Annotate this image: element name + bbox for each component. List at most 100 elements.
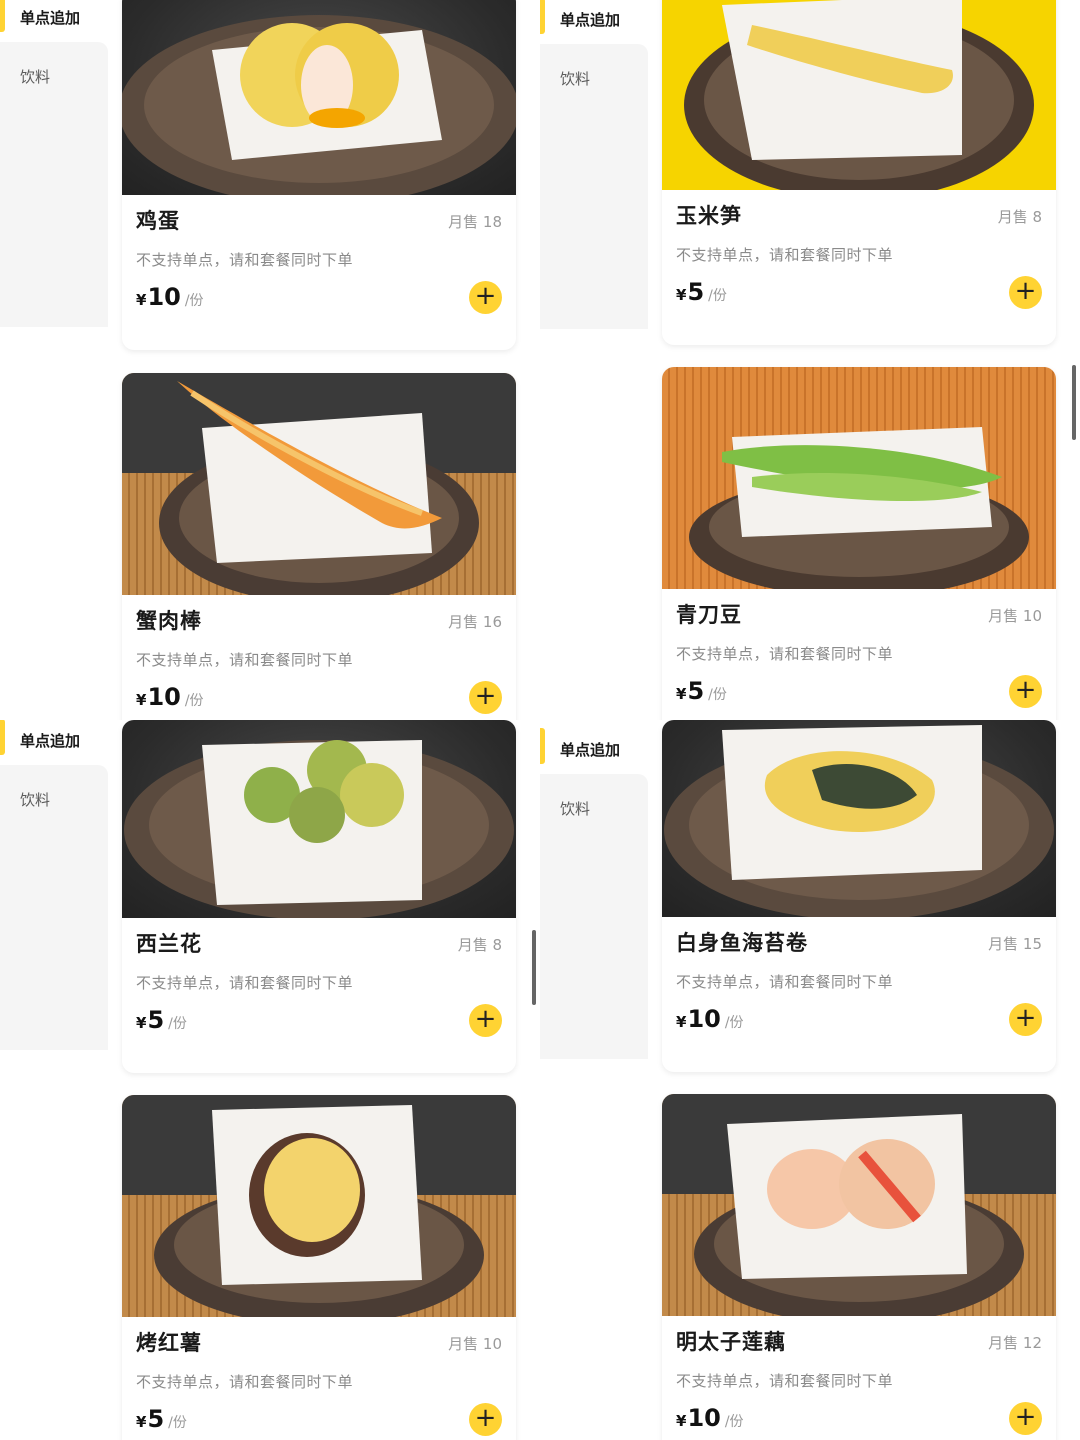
price-amount: 10 — [147, 283, 181, 311]
price-unit: /份 — [724, 1015, 744, 1031]
monthly-sales: 月售 10 — [988, 607, 1042, 625]
green-bean-tempura-image — [689, 427, 1029, 589]
currency-symbol: ¥ — [676, 1013, 687, 1031]
food-photo — [122, 0, 516, 195]
menu-item-card[interactable]: 蟹肉棒 月售 16 不支持单点，请和套餐同时下单 ¥ 10 /份 + — [122, 373, 516, 720]
add-to-cart-button[interactable]: + — [469, 281, 502, 314]
item-note: 不支持单点，请和套餐同时下单 — [136, 1373, 354, 1391]
item-name: 西兰花 — [136, 932, 202, 956]
item-info: 青刀豆 月售 10 不支持单点，请和套餐同时下单 ¥ 5 /份 + — [662, 589, 1056, 720]
category-drinks[interactable]: 饮料 — [540, 774, 648, 1059]
item-note: 不支持单点，请和套餐同时下单 — [136, 974, 354, 992]
category-sidebar: 单点追加 饮料 — [540, 0, 648, 329]
menu-item-card[interactable]: 烤红薯 月售 10 不支持单点，请和套餐同时下单 ¥ 5 /份 + — [122, 1095, 516, 1440]
item-name: 鸡蛋 — [136, 209, 180, 233]
price-unit: /份 — [184, 693, 204, 709]
menu-item-card[interactable]: 西兰花 月售 8 不支持单点，请和套餐同时下单 ¥ 5 /份 + — [122, 720, 516, 1073]
monthly-sales: 月售 10 — [448, 1335, 502, 1353]
item-info: 明太子莲藕 月售 12 不支持单点，请和套餐同时下单 ¥ 10 /份 + — [662, 1316, 1056, 1440]
category-drinks[interactable]: 饮料 — [0, 765, 108, 1050]
food-photo — [662, 720, 1056, 917]
scrollbar[interactable] — [1072, 365, 1076, 440]
currency-symbol: ¥ — [136, 291, 147, 309]
price-unit: /份 — [708, 288, 727, 304]
item-note: 不支持单点，请和套餐同时下单 — [136, 251, 354, 269]
currency-symbol: ¥ — [676, 286, 687, 304]
item-note: 不支持单点，请和套餐同时下单 — [676, 973, 894, 991]
currency-symbol: ¥ — [676, 1412, 687, 1430]
category-sidebar: 单点追加 饮料 — [540, 720, 648, 1059]
crab-stick-tempura-image — [159, 381, 479, 595]
monthly-sales: 月售 12 — [988, 1334, 1042, 1352]
add-to-cart-button[interactable]: + — [1009, 1402, 1042, 1435]
item-note: 不支持单点，请和套餐同时下单 — [676, 246, 894, 264]
category-single-add[interactable]: 单点追加 — [540, 724, 648, 774]
category-single-add[interactable]: 单点追加 — [540, 0, 648, 44]
price-amount: 5 — [147, 1405, 165, 1433]
add-to-cart-button[interactable]: + — [1009, 1003, 1042, 1036]
category-sidebar: 单点追加 饮料 — [0, 0, 108, 327]
monthly-sales: 月售 18 — [448, 213, 502, 231]
item-name: 青刀豆 — [676, 603, 742, 627]
add-to-cart-button[interactable]: + — [469, 1004, 502, 1037]
monthly-sales: 月售 8 — [997, 208, 1042, 226]
food-photo — [662, 0, 1056, 190]
price-unit: /份 — [168, 1016, 187, 1032]
menu-panel-bottom-left: 单点追加 饮料 西兰花 月售 8 不支持单点，请和套餐同时下单 ¥ 5 /份 +… — [0, 720, 540, 1440]
menu-item-card[interactable]: 明太子莲藕 月售 12 不支持单点，请和套餐同时下单 ¥ 10 /份 + — [662, 1094, 1056, 1440]
mentaiko-lotus-root-tempura-image — [694, 1114, 1024, 1316]
price-amount: 10 — [147, 683, 181, 711]
item-price: ¥ 10 /份 — [136, 683, 204, 711]
menu-panel-bottom-right: 单点追加 饮料 白身鱼海苔卷 月售 15 不支持单点，请和套餐同时下单 ¥ 10… — [540, 720, 1080, 1440]
food-photo — [662, 1094, 1056, 1316]
item-info: 烤红薯 月售 10 不支持单点，请和套餐同时下单 ¥ 5 /份 + — [122, 1317, 516, 1440]
food-photo — [662, 367, 1056, 589]
item-note: 不支持单点，请和套餐同时下单 — [676, 1372, 894, 1390]
add-to-cart-button[interactable]: + — [469, 681, 502, 714]
menu-item-card[interactable]: 玉米笋 月售 8 不支持单点，请和套餐同时下单 ¥ 5 /份 + — [662, 0, 1056, 345]
sweet-potato-tempura-image — [154, 1105, 484, 1317]
price-unit: /份 — [168, 1415, 187, 1431]
food-photo — [122, 720, 516, 918]
add-to-cart-button[interactable]: + — [1009, 276, 1042, 309]
item-price: ¥ 10 /份 — [676, 1005, 744, 1033]
menu-item-card[interactable]: 鸡蛋 月售 18 不支持单点，请和套餐同时下单 ¥ 10 /份 + — [122, 0, 516, 350]
category-drinks[interactable]: 饮料 — [540, 44, 648, 329]
menu-item-card[interactable]: 青刀豆 月售 10 不支持单点，请和套餐同时下单 ¥ 5 /份 + — [662, 367, 1056, 720]
add-to-cart-button[interactable]: + — [469, 1403, 502, 1436]
monthly-sales: 月售 16 — [448, 613, 502, 631]
price-amount: 5 — [687, 677, 705, 705]
baby-corn-tempura-image — [684, 0, 1034, 190]
category-sidebar: 单点追加 饮料 — [0, 720, 108, 1050]
price-unit: /份 — [724, 1414, 744, 1430]
currency-symbol: ¥ — [676, 685, 687, 703]
menu-panel-top-left: 单点追加 饮料 鸡蛋 月售 18 不支持单点，请和套餐同时下单 ¥ 10 /份 — [0, 0, 540, 720]
monthly-sales: 月售 15 — [988, 935, 1042, 953]
category-drinks[interactable]: 饮料 — [0, 42, 108, 327]
item-note: 不支持单点，请和套餐同时下单 — [136, 651, 354, 669]
item-info: 西兰花 月售 8 不支持单点，请和套餐同时下单 ¥ 5 /份 + — [122, 918, 516, 1073]
broccoli-tempura-image — [124, 740, 514, 918]
price-amount: 10 — [687, 1005, 721, 1033]
menu-panel-top-right: 单点追加 饮料 玉米笋 月售 8 不支持单点，请和套餐同时下单 ¥ 5 /份 + — [540, 0, 1080, 720]
item-price: ¥ 5 /份 — [136, 1405, 187, 1433]
price-unit: /份 — [184, 293, 204, 309]
currency-symbol: ¥ — [136, 1413, 147, 1431]
item-name: 白身鱼海苔卷 — [676, 931, 808, 955]
item-info: 白身鱼海苔卷 月售 15 不支持单点，请和套餐同时下单 ¥ 10 /份 + — [662, 917, 1056, 1072]
monthly-sales: 月售 8 — [457, 936, 502, 954]
category-single-add[interactable]: 单点追加 — [0, 0, 108, 42]
menu-item-card[interactable]: 白身鱼海苔卷 月售 15 不支持单点，请和套餐同时下单 ¥ 10 /份 + — [662, 720, 1056, 1072]
currency-symbol: ¥ — [136, 1014, 147, 1032]
category-single-add[interactable]: 单点追加 — [0, 720, 108, 765]
price-amount: 10 — [687, 1404, 721, 1432]
add-to-cart-button[interactable]: + — [1009, 675, 1042, 708]
item-info: 鸡蛋 月售 18 不支持单点，请和套餐同时下单 ¥ 10 /份 + — [122, 195, 516, 350]
item-name: 烤红薯 — [136, 1331, 202, 1355]
item-info: 蟹肉棒 月售 16 不支持单点，请和套餐同时下单 ¥ 10 /份 + — [122, 595, 516, 720]
item-name: 明太子莲藕 — [676, 1330, 786, 1354]
scrollbar[interactable] — [532, 930, 536, 1005]
currency-symbol: ¥ — [136, 691, 147, 709]
fish-seaweed-roll-tempura-image — [664, 725, 1054, 917]
food-photo — [122, 1095, 516, 1317]
